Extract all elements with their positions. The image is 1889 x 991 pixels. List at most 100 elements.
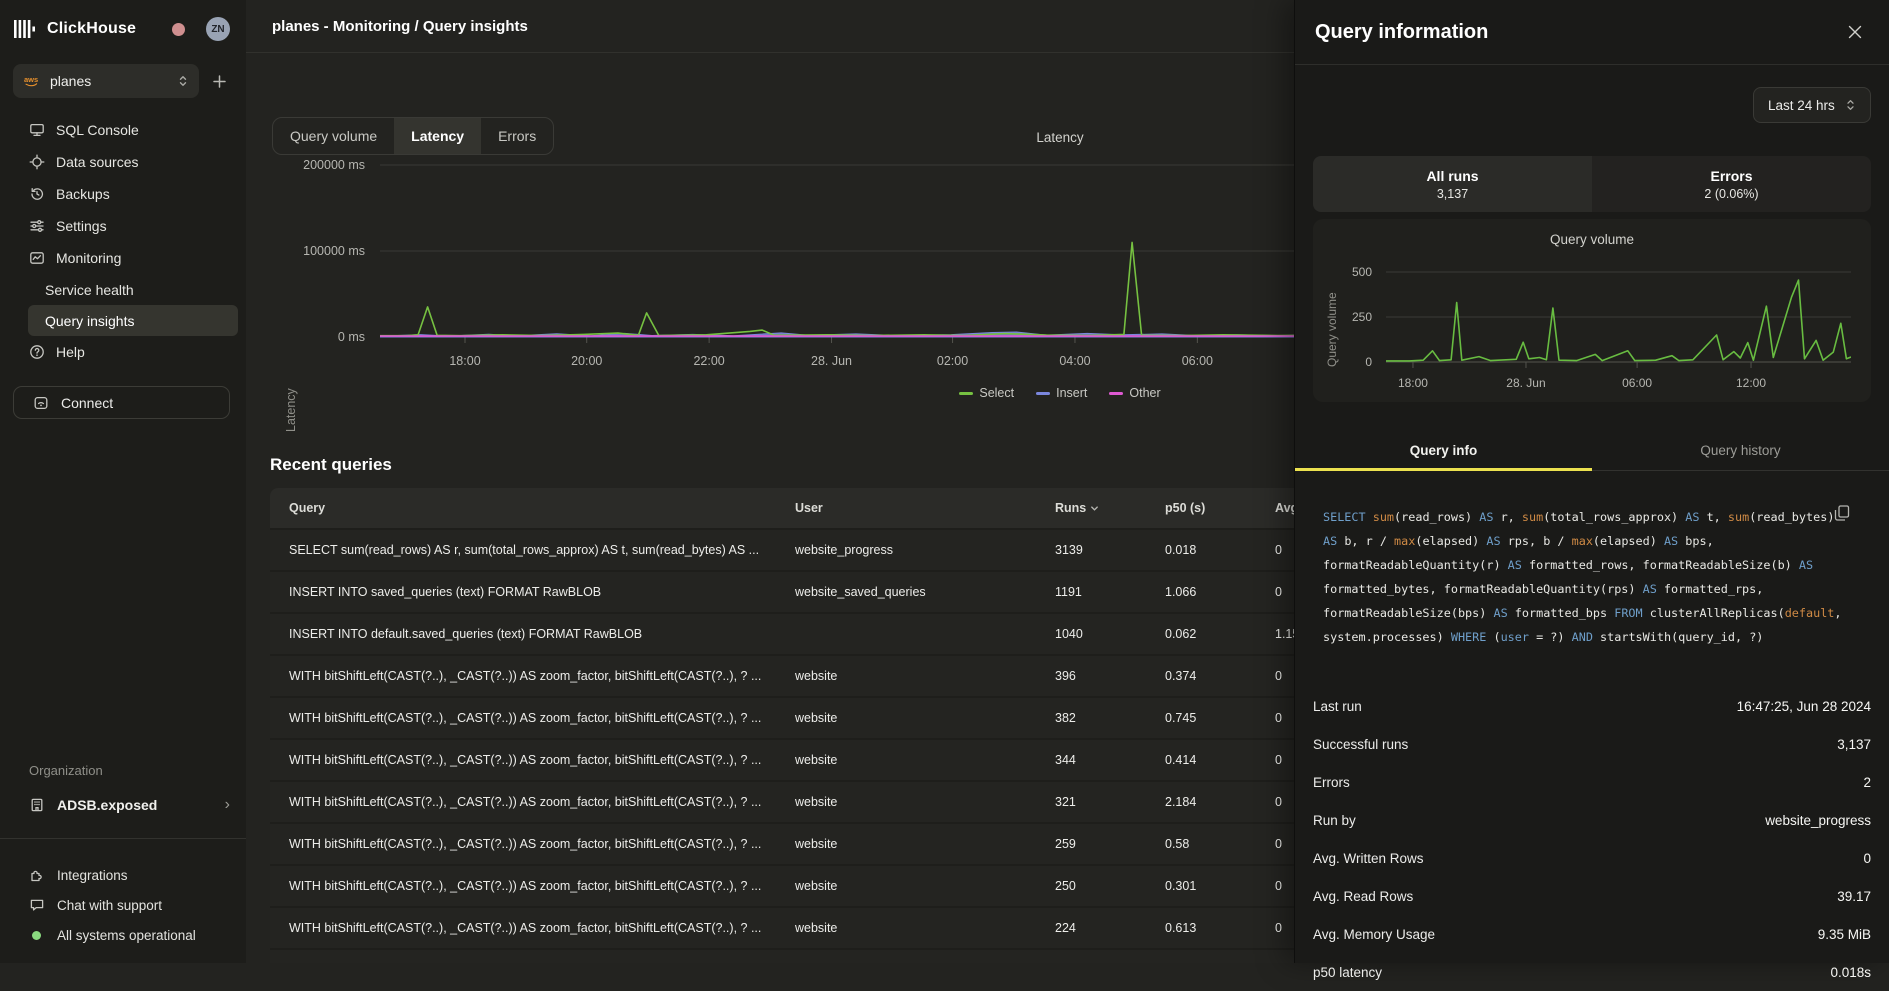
stat-value: 0.018s — [1830, 965, 1871, 980]
table-row[interactable]: WITH bitShiftLeft(CAST(?..), _CAST(?..))… — [270, 698, 1294, 740]
building-icon — [29, 797, 45, 813]
cell-avg: 0 — [1256, 669, 1294, 683]
sql-console-icon — [29, 122, 45, 138]
column-header-p50-s-[interactable]: p50 (s) — [1146, 501, 1256, 515]
sql-line: system.processes) WHERE (user = ?) AND s… — [1323, 625, 1843, 649]
time-range-dropdown[interactable]: Last 24 hrs — [1753, 87, 1871, 123]
recent-queries-table: Query UserRuns p50 (s) Avg. SELECT sum(read_… — [270, 488, 1294, 963]
data-sources-icon — [29, 154, 45, 170]
main-content: planes - Monitoring / Query insights Que… — [246, 0, 1294, 963]
table-row[interactable]: WITH bitShiftLeft(CAST(?..), _CAST(?..))… — [270, 950, 1294, 963]
sidebar-item-all-systems-operational[interactable]: All systems operational — [0, 920, 246, 950]
cell-runs: 396 — [1036, 669, 1146, 683]
sidebar-item-label: Settings — [56, 218, 107, 234]
sidebar-item-sql-console[interactable]: SQL Console — [0, 114, 246, 146]
cell-avg: 0 — [1256, 543, 1294, 557]
cell-avg: 0 — [1256, 837, 1294, 851]
panel-tab-query-info[interactable]: Query info — [1295, 430, 1592, 470]
recent-queries-title: Recent queries — [270, 455, 392, 475]
table-row[interactable]: SELECT sum(read_rows) AS r, sum(total_ro… — [270, 530, 1294, 572]
sidebar-item-data-sources[interactable]: Data sources — [0, 146, 246, 178]
table-row[interactable]: WITH bitShiftLeft(CAST(?..), _CAST(?..))… — [270, 782, 1294, 824]
aws-icon: aws — [23, 74, 41, 88]
help-icon — [29, 344, 45, 360]
column-header-label: Query — [289, 501, 325, 515]
sidebar-item-integrations[interactable]: Integrations — [0, 860, 246, 890]
sidebar-item-chat-with-support[interactable]: Chat with support — [0, 890, 246, 920]
sidebar-divider — [0, 838, 246, 839]
panel-title: Query information — [1315, 21, 1488, 44]
legend-item-other[interactable]: Other — [1109, 386, 1160, 400]
query-information-panel: Query information Last 24 hrs All runs3,… — [1294, 0, 1889, 963]
status-dot — [29, 927, 45, 943]
query-volume-card: Query volume Query volume 500250018:0028… — [1313, 219, 1871, 402]
cell-query: WITH bitShiftLeft(CAST(?..), _CAST(?..))… — [270, 753, 776, 767]
cell-query: WITH bitShiftLeft(CAST(?..), _CAST(?..))… — [270, 837, 776, 851]
sql-line: AS b, r / max(elapsed) AS rps, b / max(e… — [1323, 529, 1843, 553]
sql-code-block: SELECT sum(read_rows) AS r, sum(total_ro… — [1295, 505, 1889, 649]
cell-query: WITH bitShiftLeft(CAST(?..), _CAST(?..))… — [270, 669, 776, 683]
x-tick-label: 22:00 — [677, 354, 741, 368]
sidebar-item-backups[interactable]: Backups — [0, 178, 246, 210]
table-row[interactable]: WITH bitShiftLeft(CAST(?..), _CAST(?..))… — [270, 740, 1294, 782]
cell-user: website_saved_queries — [776, 585, 1036, 599]
stat-value: 2 — [1863, 775, 1871, 790]
legend-label: Select — [979, 386, 1014, 400]
column-header-label: p50 (s) — [1165, 501, 1205, 515]
sort-caret-icon — [1090, 504, 1099, 513]
sidebar-item-help[interactable]: Help — [0, 336, 246, 368]
cell-p50: 0.414 — [1146, 753, 1256, 767]
organization-item[interactable]: ADSB.exposed › — [0, 790, 246, 820]
stat-value: 9.35 MiB — [1818, 927, 1871, 942]
service-selector[interactable]: aws planes — [13, 64, 199, 98]
query-volume-plot — [1386, 259, 1851, 369]
sidebar-item-settings[interactable]: Settings — [0, 210, 246, 242]
segment-errors[interactable]: Errors2 (0.06%) — [1592, 156, 1871, 212]
notification-dot — [172, 23, 185, 36]
legend-swatch — [1109, 392, 1123, 395]
selector-chevrons-icon — [177, 74, 189, 88]
table-row[interactable]: WITH bitShiftLeft(CAST(?..), _CAST(?..))… — [270, 824, 1294, 866]
column-header-runs[interactable]: Runs — [1036, 501, 1146, 515]
column-header-user[interactable]: User — [776, 501, 1036, 515]
chart-title: Latency — [380, 130, 1294, 145]
time-range-value: Last 24 hrs — [1768, 98, 1835, 113]
segment-all-runs[interactable]: All runs3,137 — [1313, 156, 1592, 212]
cell-user: website — [776, 837, 1036, 851]
cell-user: website — [776, 669, 1036, 683]
table-row[interactable]: WITH bitShiftLeft(CAST(?..), _CAST(?..))… — [270, 656, 1294, 698]
panel-tabs: Query infoQuery history — [1295, 430, 1889, 471]
column-header-avg-[interactable]: Avg. — [1256, 501, 1294, 515]
table-row[interactable]: WITH bitShiftLeft(CAST(?..), _CAST(?..))… — [270, 908, 1294, 950]
panel-tab-query-history[interactable]: Query history — [1592, 430, 1889, 470]
stat-value: website_progress — [1765, 813, 1871, 828]
selector-chevrons-icon — [1845, 98, 1856, 112]
cell-p50: 0.062 — [1146, 627, 1256, 641]
clickhouse-logo-icon — [14, 19, 38, 39]
connect-button[interactable]: Connect — [13, 386, 230, 419]
service-name: planes — [50, 73, 177, 89]
svg-text:aws: aws — [24, 75, 38, 84]
table-row[interactable]: INSERT INTO default.saved_queries (text)… — [270, 614, 1294, 656]
stat-label: Avg. Written Rows — [1313, 851, 1424, 866]
legend-item-select[interactable]: Select — [959, 386, 1014, 400]
column-header-query[interactable]: Query — [270, 501, 776, 515]
add-service-button[interactable] — [205, 67, 233, 95]
chart-legend: Select Insert Other — [380, 386, 1294, 400]
sidebar-item-label: Monitoring — [56, 250, 121, 266]
table-row[interactable]: WITH bitShiftLeft(CAST(?..), _CAST(?..))… — [270, 866, 1294, 908]
settings-icon — [29, 218, 45, 234]
table-row[interactable]: INSERT INTO saved_queries (text) FORMAT … — [270, 572, 1294, 614]
sidebar-item-monitoring[interactable]: Monitoring — [0, 242, 246, 274]
close-icon[interactable] — [1841, 18, 1869, 46]
sidebar-item-query-insights[interactable]: Query insights — [28, 305, 238, 336]
copy-icon[interactable] — [1833, 504, 1851, 522]
legend-item-insert[interactable]: Insert — [1036, 386, 1087, 400]
stat-label: Avg. Memory Usage — [1313, 927, 1435, 942]
sidebar-item-service-health[interactable]: Service health — [28, 274, 238, 305]
sidebar-footer-label: Chat with support — [57, 898, 162, 913]
connect-icon — [33, 395, 49, 411]
mini-y-tick-label: 0 — [1313, 355, 1372, 369]
avatar[interactable]: ZN — [206, 17, 230, 41]
connect-label: Connect — [61, 395, 113, 411]
